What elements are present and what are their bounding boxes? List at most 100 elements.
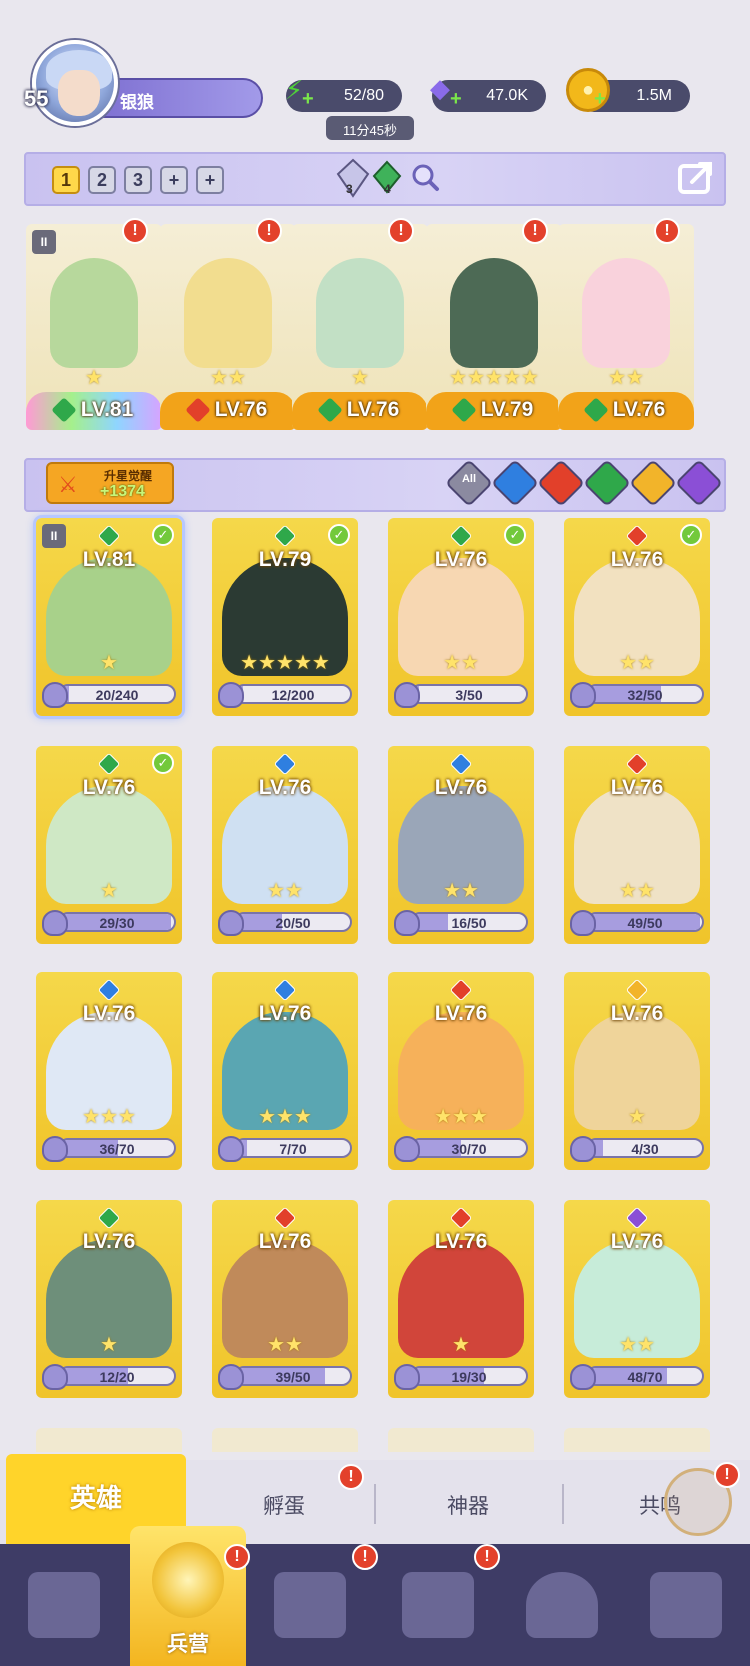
team-slot[interactable]: ★ LV.81 II: [26, 224, 162, 430]
water-crystal-icon: [336, 158, 370, 198]
level-text: LV.76: [346, 398, 400, 421]
rank-badge: II: [32, 230, 56, 254]
add-gold-icon[interactable]: +: [594, 88, 606, 111]
hero-card[interactable]: LV.76 ★ 19/30: [388, 1200, 534, 1398]
shard-count: 16/50: [451, 915, 487, 931]
upgrade-alert-icon: !: [522, 218, 548, 244]
hero-card[interactable]: LV.76 ★ 12/20: [36, 1200, 182, 1398]
wind-element-icon: [97, 1206, 121, 1230]
hero-level: LV.76: [82, 1002, 136, 1025]
fire-element-icon: [449, 1206, 473, 1230]
hero-level: LV.76: [434, 1230, 488, 1253]
card-peek: [388, 1428, 534, 1452]
hero-portrait: [184, 258, 272, 368]
shard-icon: [218, 1364, 244, 1390]
team-slot[interactable]: ★★ LV.76: [558, 224, 694, 430]
hero-card[interactable]: LV.76 ★ 4/30: [564, 972, 710, 1170]
shard-icon: [394, 910, 420, 936]
shard-count: 48/70: [627, 1369, 663, 1385]
shard-progress-bar: 19/30: [410, 1366, 528, 1386]
tab-hatch[interactable]: 孵蛋: [224, 1490, 344, 1520]
team-slot[interactable]: ★ LV.76: [292, 224, 428, 430]
in-team-check-icon: ✓: [680, 524, 702, 546]
hero-card[interactable]: LV.76 ★★ 48/70: [564, 1200, 710, 1398]
wind-element-icon: [316, 397, 343, 424]
castle-alert-icon: !: [474, 1544, 500, 1570]
hero-level: LV.76: [258, 1002, 312, 1025]
team-slot-level: LV.76: [292, 392, 428, 430]
shard-count: 29/30: [99, 915, 135, 931]
shard-icon: [394, 682, 420, 708]
hero-card[interactable]: LV.76 ★★★ 36/70: [36, 972, 182, 1170]
hero-card[interactable]: LV.79 ★★★★★ 12/200 ✓: [212, 518, 358, 716]
add-energy-icon[interactable]: +: [302, 88, 314, 111]
hero-card[interactable]: LV.76 ★★★ 7/70: [212, 972, 358, 1170]
team-add-button-1[interactable]: +: [160, 166, 188, 194]
shard-count: 32/50: [627, 687, 663, 703]
star-awaken-button[interactable]: ⚔ 升星觉醒 +1374: [46, 462, 174, 504]
shard-progress-bar: 20/50: [234, 912, 352, 932]
wind-element-icon: [50, 397, 77, 424]
nav-map-icon[interactable]: [274, 1572, 346, 1638]
hero-stars: ★: [100, 1334, 118, 1356]
hero-stars: ★: [100, 880, 118, 902]
tab-artifact[interactable]: 神器: [408, 1490, 528, 1520]
hatch-alert-icon: !: [338, 1464, 364, 1490]
shard-count: 12/20: [99, 1369, 135, 1385]
search-icon[interactable]: [410, 162, 440, 192]
hero-level: LV.76: [610, 1002, 664, 1025]
wind-element-icon: [450, 397, 477, 424]
team-slot-level: LV.81: [26, 392, 162, 430]
nav-guild-icon[interactable]: [650, 1572, 722, 1638]
hero-card[interactable]: LV.81 ★ 20/240 ✓ II: [36, 518, 182, 716]
nav-cards-icon[interactable]: [28, 1572, 100, 1638]
hero-stars: ★: [100, 652, 118, 674]
shard-count: 30/70: [451, 1141, 487, 1157]
hero-card[interactable]: LV.76 ★★ 16/50: [388, 746, 534, 944]
team-tab-3[interactable]: 3: [124, 166, 152, 194]
in-team-check-icon: ✓: [504, 524, 526, 546]
energy-timer: 11分45秒: [326, 116, 414, 140]
light-element-icon: [625, 978, 649, 1002]
team-slot[interactable]: ★★ LV.76: [160, 224, 296, 430]
hero-card[interactable]: LV.76 ★ 29/30 ✓: [36, 746, 182, 944]
hero-level: LV.76: [610, 776, 664, 799]
level-text: LV.81: [80, 398, 134, 421]
shard-icon: [570, 1136, 596, 1162]
hero-level: LV.76: [434, 776, 488, 799]
hero-level: LV.76: [610, 548, 664, 571]
hero-stars: ★★: [619, 880, 655, 902]
rank-badge: II: [42, 524, 66, 548]
team-tab-1[interactable]: 1: [52, 166, 80, 194]
fire-element-icon: [273, 1206, 297, 1230]
share-icon[interactable]: [676, 156, 718, 198]
filter-all-label: All: [461, 473, 477, 485]
upgrade-alert-icon: !: [256, 218, 282, 244]
hero-stars: ★★: [443, 880, 479, 902]
hero-card[interactable]: LV.76 ★★ 39/50: [212, 1200, 358, 1398]
nav-castle-icon[interactable]: [402, 1572, 474, 1638]
add-gems-icon[interactable]: +: [450, 88, 462, 111]
shard-icon: [42, 910, 68, 936]
shard-progress-bar: 49/50: [586, 912, 704, 932]
team-tab-2[interactable]: 2: [88, 166, 116, 194]
fire-element-icon: [449, 978, 473, 1002]
shard-icon: [218, 1136, 244, 1162]
hero-level: LV.76: [434, 1002, 488, 1025]
hero-stars: ★★: [267, 1334, 303, 1356]
hero-level: LV.76: [258, 776, 312, 799]
hero-card[interactable]: LV.76 ★★ 20/50: [212, 746, 358, 944]
hero-card[interactable]: LV.76 ★★ 3/50 ✓: [388, 518, 534, 716]
team-add-button-2[interactable]: +: [196, 166, 224, 194]
shard-count: 4/30: [631, 1141, 659, 1157]
hero-card[interactable]: LV.76 ★★★ 30/70: [388, 972, 534, 1170]
hero-card[interactable]: LV.76 ★★ 49/50: [564, 746, 710, 944]
hero-stars: ★★★: [434, 1106, 488, 1128]
team-slot[interactable]: ★★★★★ LV.79: [426, 224, 562, 430]
nav-mushroom-icon[interactable]: [526, 1572, 598, 1638]
hero-stars: ★★★★★: [240, 652, 330, 674]
water-element-icon: [273, 752, 297, 776]
hero-card[interactable]: LV.76 ★★ 32/50 ✓: [564, 518, 710, 716]
shard-count: 19/30: [451, 1369, 487, 1385]
water-crystal-count: 3: [346, 182, 353, 196]
